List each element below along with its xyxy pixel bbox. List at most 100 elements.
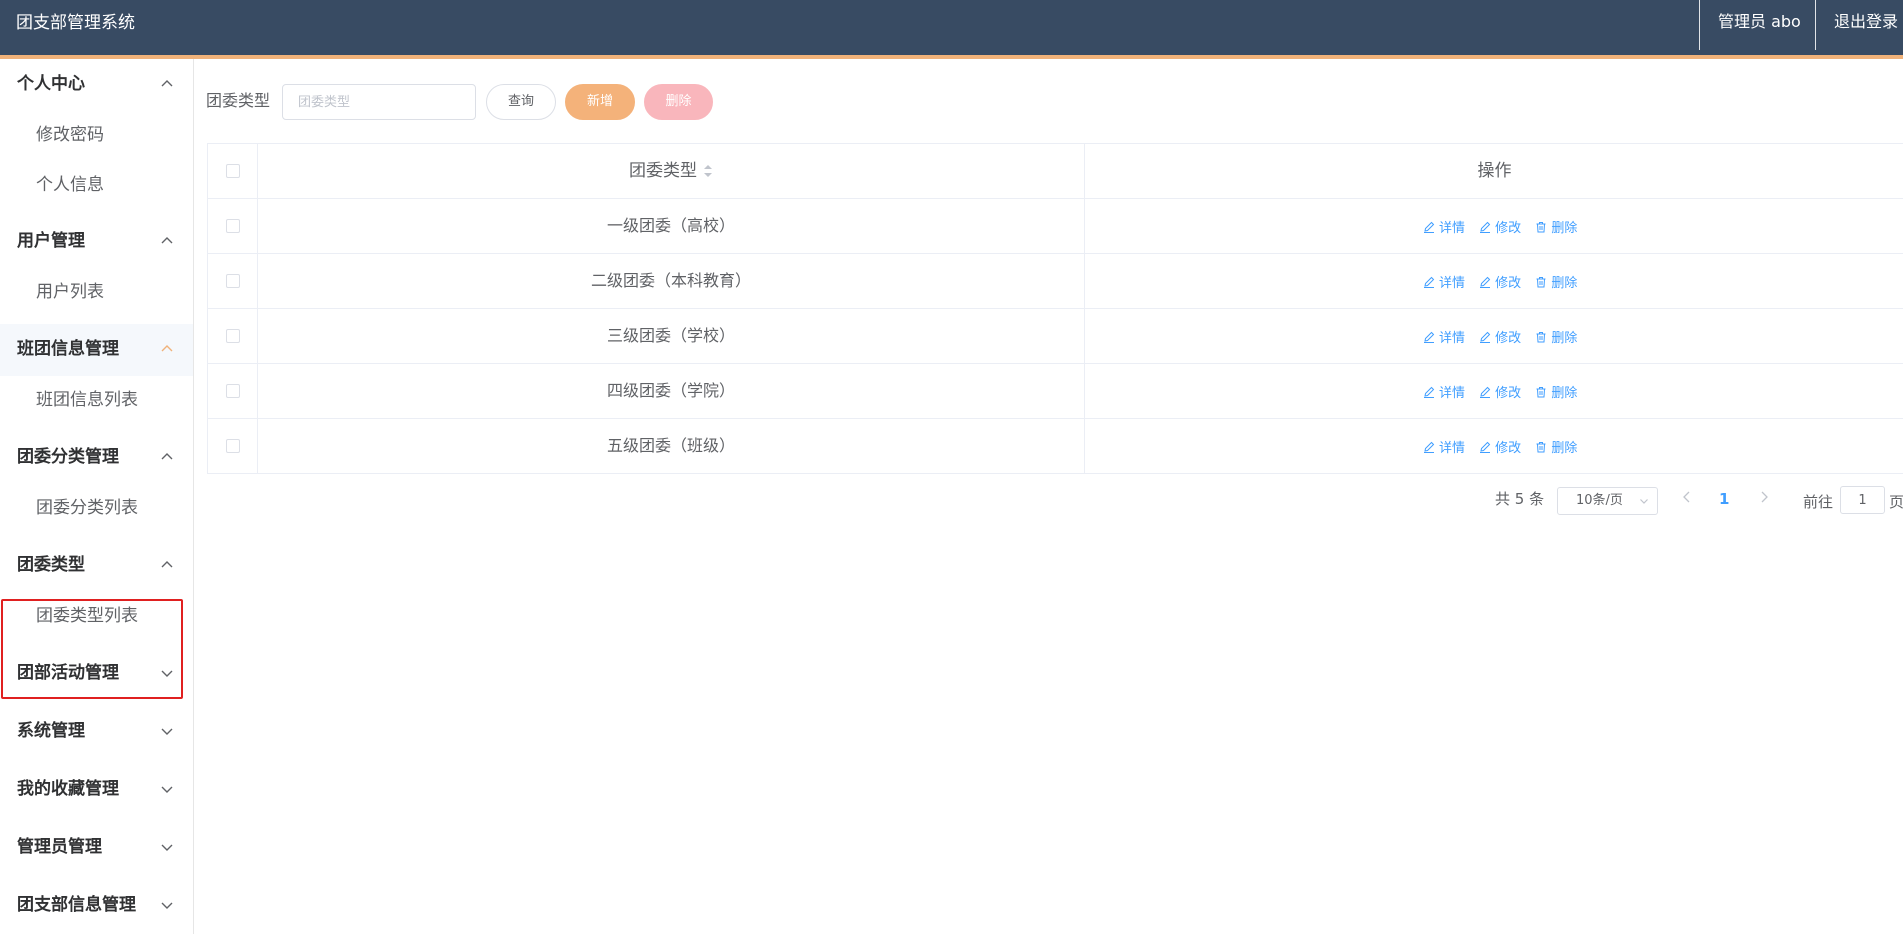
menu-item-label: 个人信息 — [36, 175, 104, 195]
actions-cell: 详情 修改 删除 — [1085, 419, 1903, 473]
menu-group-user-management[interactable]: 用户管理 — [0, 216, 193, 268]
current-user-label[interactable]: 管理员 abo — [1718, 11, 1801, 33]
menu-group-committee-type[interactable]: 团委类型 — [0, 540, 193, 592]
column-header-type[interactable]: 团委类型 — [258, 144, 1085, 198]
menu-group-title: 团支部信息管理 — [17, 895, 136, 915]
row-checkbox[interactable] — [226, 439, 240, 453]
delete-link[interactable]: 删除 — [1535, 437, 1577, 456]
edit-label: 修改 — [1495, 276, 1522, 291]
edit-icon — [1480, 331, 1491, 343]
edit-icon — [1480, 386, 1491, 398]
pagination-total: 共 5 条 — [1495, 490, 1545, 508]
detail-link[interactable]: 详情 — [1423, 217, 1465, 236]
row-checkbox[interactable] — [226, 219, 240, 233]
menu-item-change-password[interactable]: 修改密码 — [0, 111, 193, 161]
row-checkbox-cell — [208, 309, 258, 363]
goto-page-input[interactable] — [1840, 486, 1885, 514]
search-label: 团委类型 — [206, 91, 271, 110]
detail-link[interactable]: 详情 — [1423, 437, 1465, 456]
actions-cell: 详情 修改 删除 — [1085, 364, 1903, 418]
type-cell: 四级团委（学院） — [258, 364, 1085, 418]
row-checkbox[interactable] — [226, 329, 240, 343]
row-checkbox-cell — [208, 254, 258, 308]
search-input[interactable] — [282, 84, 476, 120]
menu-group-favorites-management[interactable]: 我的收藏管理 — [0, 764, 193, 816]
row-checkbox[interactable] — [226, 274, 240, 288]
menu-group-title: 团部活动管理 — [17, 663, 119, 683]
menu-group-title: 用户管理 — [17, 231, 85, 251]
edit-icon — [1424, 386, 1435, 398]
chevron-up-icon — [161, 561, 173, 568]
batch-delete-button[interactable]: 删除 — [644, 84, 713, 120]
query-button[interactable]: 查询 — [486, 84, 556, 120]
detail-link[interactable]: 详情 — [1423, 272, 1465, 291]
actions-cell: 详情 修改 删除 — [1085, 309, 1903, 363]
chevron-down-icon — [1640, 499, 1648, 504]
current-page-number[interactable]: 1 — [1719, 489, 1729, 509]
delete-link[interactable]: 删除 — [1535, 272, 1577, 291]
edit-link[interactable]: 修改 — [1479, 327, 1521, 346]
edit-icon — [1480, 441, 1491, 453]
select-all-checkbox[interactable] — [226, 164, 240, 178]
menu-item-label: 修改密码 — [36, 125, 104, 145]
menu-group-personal-center[interactable]: 个人中心 — [0, 59, 193, 111]
row-checkbox[interactable] — [226, 384, 240, 398]
column-header-label: 操作 — [1477, 161, 1512, 181]
chevron-right-icon[interactable] — [1757, 490, 1771, 504]
sort-caret-icon[interactable] — [703, 164, 713, 178]
chevron-down-icon — [161, 670, 173, 677]
chevron-left-icon[interactable] — [1680, 490, 1694, 504]
top-header: 团支部管理系统 管理员 abo 退出登录 — [0, 0, 1903, 55]
add-button[interactable]: 新增 — [565, 84, 635, 120]
table-row: 三级团委（学校） 详情 修改 删除 — [208, 309, 1903, 364]
header-divider — [1699, 0, 1700, 50]
menu-group-branch-info-management[interactable]: 团支部信息管理 — [0, 880, 193, 932]
trash-icon — [1536, 332, 1546, 343]
header-divider — [1815, 0, 1816, 50]
edit-link[interactable]: 修改 — [1479, 272, 1521, 291]
row-checkbox-cell — [208, 199, 258, 253]
menu-group-activity-management[interactable]: 团部活动管理 — [0, 648, 193, 700]
menu-item-personal-info[interactable]: 个人信息 — [0, 161, 193, 211]
menu-item-committee-category-list[interactable]: 团委分类列表 — [0, 484, 193, 534]
logout-button[interactable]: 退出登录 — [1834, 11, 1898, 33]
data-table: 团委类型 操作 一级团委（高校） 详情 修改 删除 二级团委（本科教育） 详情 … — [207, 143, 1903, 474]
menu-group-class-league-management[interactable]: 班团信息管理 — [0, 324, 193, 376]
page-unit-label: 页 — [1889, 493, 1903, 511]
app-title: 团支部管理系统 — [16, 13, 135, 33]
detail-label: 详情 — [1439, 386, 1466, 401]
menu-group-title: 系统管理 — [17, 721, 85, 741]
chevron-up-icon — [161, 80, 173, 87]
edit-link[interactable]: 修改 — [1479, 437, 1521, 456]
delete-link[interactable]: 删除 — [1535, 327, 1577, 346]
delete-link[interactable]: 删除 — [1535, 217, 1577, 236]
delete-link[interactable]: 删除 — [1535, 382, 1577, 401]
detail-link[interactable]: 详情 — [1423, 327, 1465, 346]
column-header-actions: 操作 — [1085, 144, 1903, 198]
table-header-row: 团委类型 操作 — [208, 144, 1903, 199]
chevron-up-icon — [161, 237, 173, 244]
menu-item-class-league-list[interactable]: 班团信息列表 — [0, 376, 193, 426]
table-row: 二级团委（本科教育） 详情 修改 删除 — [208, 254, 1903, 309]
delete-label: 删除 — [1551, 386, 1578, 401]
menu-group-title: 个人中心 — [17, 74, 85, 94]
detail-label: 详情 — [1439, 331, 1466, 346]
row-checkbox-cell — [208, 364, 258, 418]
edit-link[interactable]: 修改 — [1479, 382, 1521, 401]
chevron-up-icon — [161, 345, 173, 352]
edit-link[interactable]: 修改 — [1479, 217, 1521, 236]
detail-link[interactable]: 详情 — [1423, 382, 1465, 401]
menu-group-admin-management[interactable]: 管理员管理 — [0, 822, 193, 874]
menu-group-system-management[interactable]: 系统管理 — [0, 706, 193, 758]
edit-icon — [1424, 221, 1435, 233]
menu-group-committee-category-management[interactable]: 团委分类管理 — [0, 432, 193, 484]
edit-icon — [1424, 276, 1435, 288]
page-size-select[interactable]: 10条/页 — [1557, 487, 1658, 515]
menu-item-label: 用户列表 — [36, 282, 104, 302]
type-cell: 三级团委（学校） — [258, 309, 1085, 363]
edit-label: 修改 — [1495, 441, 1522, 456]
menu-item-user-list[interactable]: 用户列表 — [0, 268, 193, 318]
edit-icon — [1424, 331, 1435, 343]
edit-label: 修改 — [1495, 221, 1522, 236]
delete-label: 删除 — [1551, 221, 1578, 236]
